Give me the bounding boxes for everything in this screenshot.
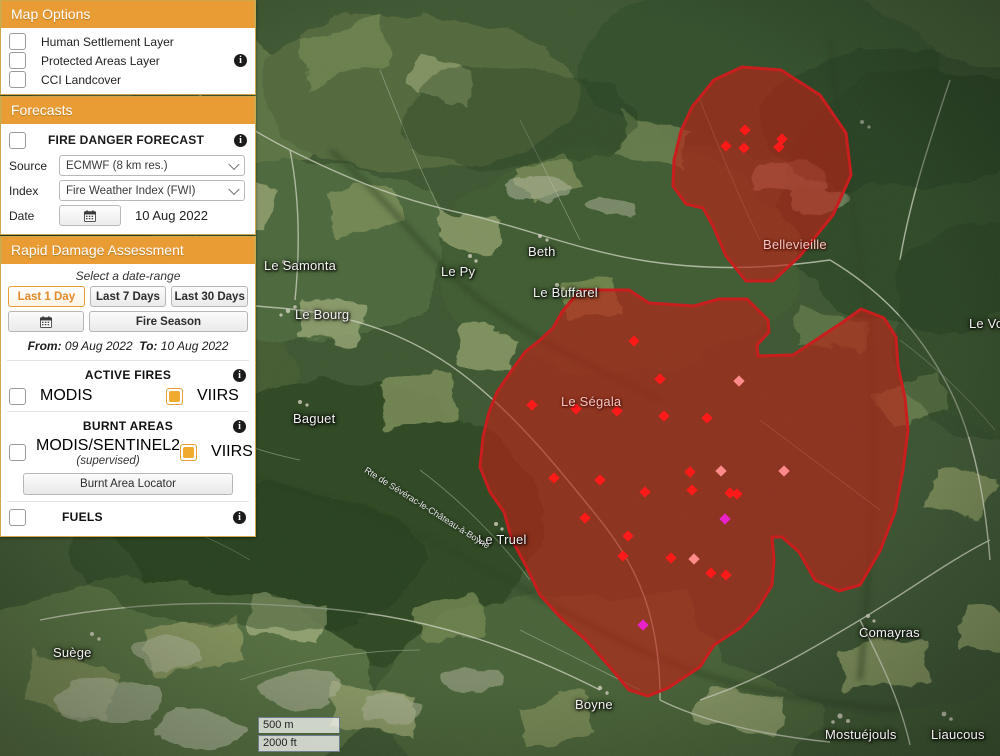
active-fires-header: ACTIVE FIRES i (1, 363, 255, 387)
chevron-down-icon (228, 158, 240, 170)
human-settlement-checkbox[interactable] (9, 33, 26, 50)
map-options-row-protected-areas[interactable]: Protected Areas Layer i (1, 51, 255, 70)
divider (7, 360, 249, 361)
fire-danger-forecast-label: FIRE DANGER FORECAST (48, 133, 205, 147)
cci-landcover-checkbox[interactable] (9, 71, 26, 88)
chevron-down-icon (228, 183, 240, 195)
forecast-date-value: 10 Aug 2022 (135, 208, 209, 223)
forecast-calendar-button[interactable] (59, 205, 121, 226)
forecasts-title: Forecasts (1, 96, 255, 124)
date-range-hint: Select a date-range (75, 269, 181, 283)
burnt-area-locator-button[interactable]: Burnt Area Locator (23, 473, 233, 495)
scale-imperial: 2000 ft (258, 735, 340, 752)
date-row: Date 10 Aug 2022 (1, 203, 255, 230)
burnt-areas-title: BURNT AREAS (82, 419, 174, 433)
burnt-areas-info-icon[interactable]: i (233, 419, 246, 433)
map-options-row-human-settlement[interactable]: Human Settlement Layer (1, 32, 255, 51)
burnt-areas-sources: MODIS/SENTINEL2 (supervised) VIIRS (1, 437, 255, 469)
cci-landcover-label: CCI Landcover (41, 72, 122, 87)
fuels-checkbox[interactable] (9, 508, 26, 526)
range-calendar-button[interactable] (8, 311, 84, 332)
rapid-damage-title: Rapid Damage Assessment (1, 236, 255, 264)
active-fires-title: ACTIVE FIRES (84, 368, 172, 382)
source-select[interactable]: ECMWF (8 km res.) (59, 155, 245, 176)
human-settlement-label: Human Settlement Layer (41, 34, 174, 49)
fuels-info-icon[interactable]: i (233, 510, 246, 524)
to-value: 10 Aug 2022 (160, 339, 229, 353)
source-row: Source ECMWF (8 km res.) (1, 153, 255, 178)
protected-areas-label: Protected Areas Layer (41, 53, 160, 68)
range-button-last-1-day[interactable]: Last 1 Day (8, 286, 85, 307)
scale-bar: 500 m 2000 ft (258, 717, 340, 752)
burnt-areas-header: BURNT AREAS i (1, 414, 255, 437)
from-value: 09 Aug 2022 (64, 339, 133, 353)
map-options-row-cci-landcover[interactable]: CCI Landcover (1, 70, 255, 89)
divider (7, 501, 249, 502)
date-range-summary: From: 09 Aug 2022 To: 10 Aug 2022 (1, 335, 255, 358)
active-fires-info-icon[interactable]: i (233, 368, 246, 382)
source-select-value: ECMWF (8 km res.) (66, 159, 168, 172)
panel-rapid-damage-assessment: Rapid Damage Assessment Select a date-ra… (0, 236, 256, 537)
burnt-areas-supervised-label: (supervised) (76, 455, 140, 467)
fire-season-button[interactable]: Fire Season (89, 311, 248, 332)
protected-areas-checkbox[interactable] (9, 52, 26, 69)
index-select[interactable]: Fire Weather Index (FWI) (59, 180, 245, 201)
fire-danger-forecast-info-icon[interactable]: i (234, 133, 247, 147)
fuels-title: FUELS (62, 510, 103, 524)
panel-map-options: Map Options Human Settlement Layer Prote… (0, 0, 256, 95)
calendar-icon (40, 315, 52, 328)
range-button-last-7-days[interactable]: Last 7 Days (89, 286, 167, 307)
map-options-title: Map Options (1, 0, 255, 28)
index-label: Index (9, 183, 39, 198)
active-fires-viirs-label: VIIRS (197, 387, 239, 404)
active-fires-sources: MODIS VIIRS (1, 387, 255, 409)
fuels-row[interactable]: FUELS i (1, 504, 255, 530)
burnt-areas-modis-checkbox[interactable] (9, 443, 26, 461)
burnt-areas-viirs-label: VIIRS (211, 443, 253, 460)
burnt-areas-modis-label: MODIS/SENTINEL2 (36, 437, 181, 454)
source-label: Source (9, 158, 48, 173)
fire-danger-forecast-checkbox[interactable] (9, 131, 26, 149)
burnt-areas-viirs-checkbox[interactable] (180, 443, 198, 461)
calendar-icon (84, 209, 96, 222)
control-panels: Map Options Human Settlement Layer Prote… (0, 0, 256, 538)
divider (7, 411, 249, 412)
date-range-buttons: Last 1 Day Last 7 Days Last 30 Days (1, 285, 255, 310)
to-label: To: (139, 339, 158, 353)
panel-forecasts: Forecasts FIRE DANGER FORECAST i Source … (0, 96, 256, 235)
range-button-last-30-days[interactable]: Last 30 Days (171, 286, 249, 307)
active-fires-modis-label: MODIS (40, 387, 93, 404)
index-row: Index Fire Weather Index (FWI) (1, 178, 255, 203)
fire-danger-forecast-row[interactable]: FIRE DANGER FORECAST i (1, 126, 255, 153)
protected-areas-info-icon[interactable]: i (234, 54, 247, 67)
scale-metric: 500 m (258, 717, 340, 733)
active-fires-viirs-checkbox[interactable] (166, 387, 183, 405)
date-label: Date (9, 208, 35, 223)
index-select-value: Fire Weather Index (FWI) (66, 184, 196, 197)
active-fires-modis-checkbox[interactable] (9, 387, 26, 405)
burnt-area-polygon-north[interactable] (671, 65, 853, 283)
season-buttons: Fire Season (1, 310, 255, 335)
burnt-areas-modis-labels: MODIS/SENTINEL2 (supervised) (36, 437, 180, 467)
from-label: From: (27, 339, 62, 353)
